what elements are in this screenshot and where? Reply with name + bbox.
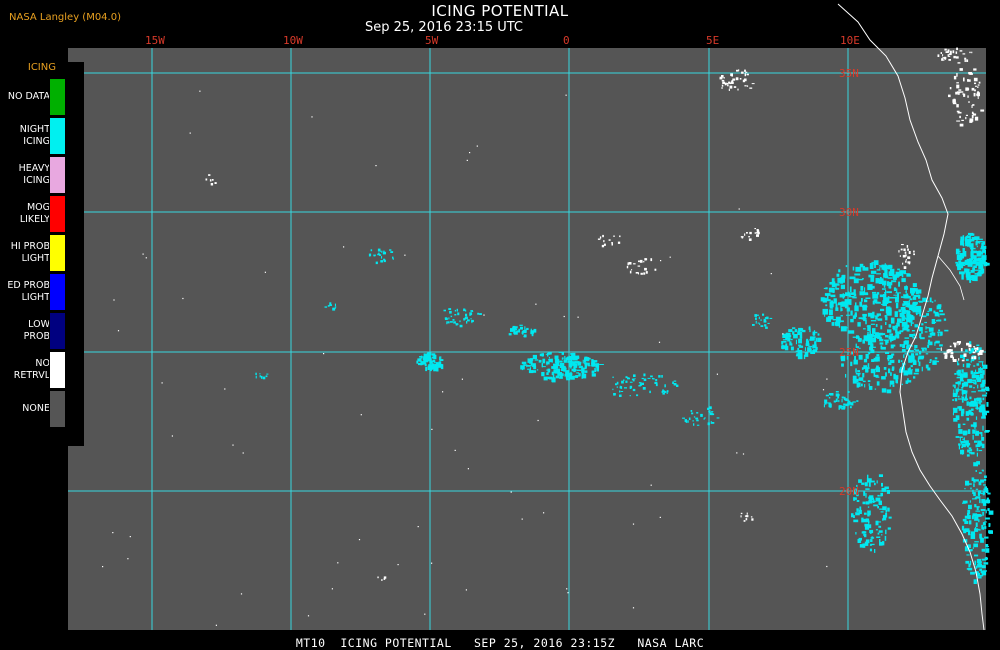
lon-label: 15W xyxy=(145,34,165,47)
legend-swatch xyxy=(49,117,66,155)
legend-item: NO DATA xyxy=(0,78,76,116)
legend-item-label: HI PROB LIGHT xyxy=(10,241,50,264)
legend-swatch xyxy=(49,156,66,194)
legend-item: HI PROB LIGHT xyxy=(0,234,76,272)
legend-swatch xyxy=(49,234,66,272)
legend-item-label: NO DATA xyxy=(7,91,50,102)
legend-item-label: NO RETRVL xyxy=(13,358,50,381)
legend-item: NO RETRVL xyxy=(0,351,76,389)
legend-item-label: NIGHT ICING xyxy=(19,124,50,147)
legend-swatch xyxy=(49,390,66,428)
lon-label: 10W xyxy=(283,34,303,47)
page-title: ICING POTENTIAL xyxy=(431,2,569,20)
legend-item: ED PROB LIGHT xyxy=(0,273,76,311)
satellite-map: 35N 30N 25N 20N xyxy=(68,3,994,631)
legend-item-label: NONE xyxy=(22,403,50,414)
legend-swatch xyxy=(49,312,66,350)
legend-item: LOW PROB xyxy=(0,312,76,350)
legend: ICING NO DATA NIGHT ICING HEAVY ICING MOG L… xyxy=(0,62,84,446)
legend-heading: ICING xyxy=(27,62,56,73)
legend-swatch xyxy=(49,195,66,233)
legend-item-label: ED PROB LIGHT xyxy=(7,280,50,303)
legend-swatch xyxy=(49,273,66,311)
legend-item: MOG LIKELY xyxy=(0,195,76,233)
bottom-caption: MT10 ICING POTENTIAL SEP 25, 2016 23:15Z… xyxy=(295,636,705,650)
lat-label: 35N xyxy=(839,67,859,80)
lat-label: 30N xyxy=(839,206,859,219)
legend-swatch xyxy=(49,78,66,116)
lat-label: 20N xyxy=(839,485,859,498)
legend-item-label: LOW PROB xyxy=(23,319,50,342)
legend-item: NONE xyxy=(0,390,76,428)
legend-item-label: MOG LIKELY xyxy=(19,202,50,225)
lon-label: 10E xyxy=(840,34,860,47)
lat-label: 25N xyxy=(839,346,859,359)
legend-swatch xyxy=(49,351,66,389)
lon-label: 5E xyxy=(706,34,720,47)
legend-item-label: HEAVY ICING xyxy=(18,163,50,186)
legend-item: NIGHT ICING xyxy=(0,117,76,155)
timestamp: Sep 25, 2016 23:15 UTC xyxy=(364,20,524,35)
lon-label: 0 xyxy=(563,34,570,47)
legend-item: HEAVY ICING xyxy=(0,156,76,194)
lon-label: 5W xyxy=(425,34,439,47)
